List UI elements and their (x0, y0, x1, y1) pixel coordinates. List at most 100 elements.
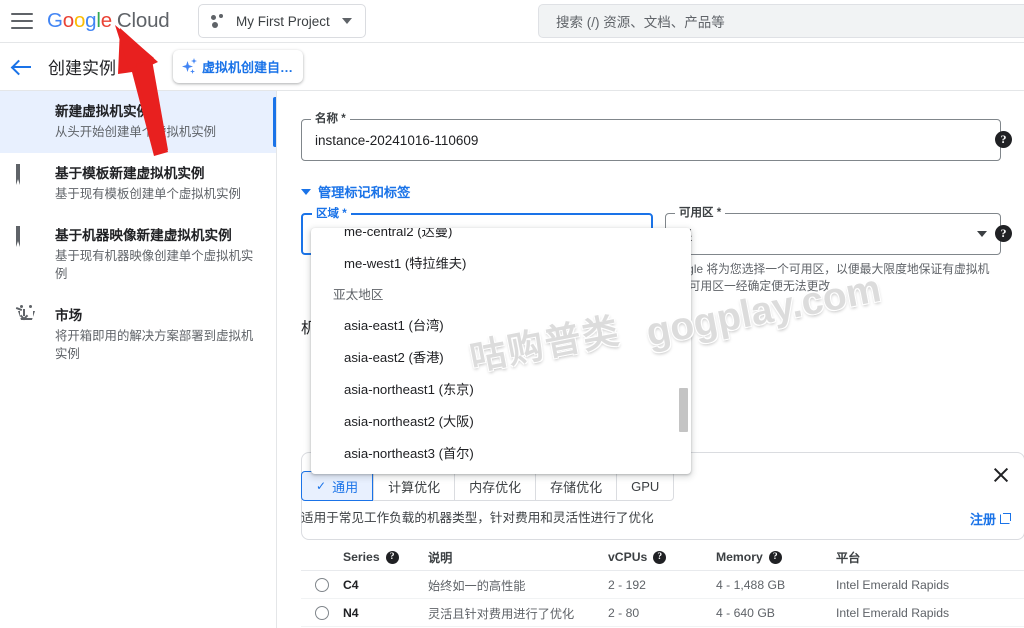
creation-method-sidebar: 新建虚拟机实例 从头开始创建单个虚拟机实例 基于模板新建虚拟机实例 基于现有模板… (0, 91, 277, 628)
scrollbar-thumb[interactable] (679, 388, 688, 432)
memory-help-icon[interactable]: ? (768, 550, 782, 564)
cell-description: 始终如一的高性能 (428, 578, 526, 593)
region-option[interactable]: me-central2 (达曼) (311, 228, 691, 246)
machine-series-table: Series ? 说明 vCPUs ? Memory ? 平台 C4 始终如一的… (301, 544, 1024, 627)
sidebar-item-title: 基于机器映像新建虚拟机实例 (55, 228, 232, 243)
instance-name-value: instance-20241016-110609 (315, 132, 479, 148)
cell-platform: Intel Emerald Rapids (836, 605, 950, 620)
manage-labels-link[interactable]: 管理标记和标签 (301, 182, 410, 201)
logo-letter: o (62, 9, 74, 32)
close-icon[interactable] (992, 466, 1010, 484)
sidebar-item-new-vm-from-template[interactable]: 基于模板新建虚拟机实例 基于现有模板创建单个虚拟机实例 (0, 153, 276, 215)
cell-vcpus: 2 - 80 (608, 605, 640, 620)
row-radio-cell[interactable] (301, 577, 343, 592)
region-option[interactable]: asia-south1 (孟买) (311, 468, 691, 474)
table-header-platform: 平台 (836, 551, 861, 565)
chevron-down-icon[interactable] (977, 231, 987, 237)
logo-letter: o (73, 9, 86, 32)
table-row[interactable]: N4 灵活且针对费用进行了优化 2 - 80 4 - 640 GB Intel … (301, 599, 1024, 627)
tab-label: 存储优化 (550, 479, 603, 495)
instance-name-label: 名称 * (311, 112, 350, 126)
radio-button[interactable] (315, 577, 329, 592)
radio-button[interactable] (315, 605, 329, 620)
sidebar-item-subtitle: 基于现有模板创建单个虚拟机实例 (55, 187, 241, 201)
sidebar-item-marketplace[interactable]: 市场 将开箱即用的解决方案部署到虚拟机实例 (0, 295, 276, 375)
tab-label: GPU (631, 478, 660, 494)
cell-series: N4 (343, 605, 359, 620)
sparkle-icon (182, 58, 199, 75)
sidebar-item-subtitle: 从头开始创建单个虚拟机实例 (55, 125, 217, 139)
tab-label: 计算优化 (388, 479, 441, 495)
logo-letter: G (47, 9, 63, 32)
new-vm-icon (16, 104, 38, 126)
vm-creation-assistant-button[interactable]: 虚拟机创建自… (173, 50, 304, 83)
table-header-series: Series ? (343, 550, 428, 564)
sidebar-item-new-vm[interactable]: 新建虚拟机实例 从头开始创建单个虚拟机实例 (0, 91, 276, 153)
search-input[interactable]: 搜索 (/) 资源、文档、产品等 (538, 4, 1024, 38)
zone-label: 可用区 * (675, 206, 726, 220)
cell-vcpus: 2 - 192 (608, 577, 646, 592)
row-radio-cell[interactable] (301, 605, 343, 620)
machine-image-icon (16, 226, 38, 250)
vm-creation-assistant-label: 虚拟机创建自… (202, 60, 294, 75)
zone-help-line-2: 用。可用区一经确定便无法更改 (665, 279, 831, 293)
sidebar-item-title: 新建虚拟机实例 (55, 104, 151, 119)
instance-name-help-icon[interactable]: ? (995, 131, 1012, 148)
region-dropdown-list[interactable]: me-central2 (达曼) me-west1 (特拉维夫) 亚太地区 as… (311, 228, 691, 474)
chevron-down-icon (342, 18, 352, 24)
cell-platform: Intel Emerald Rapids (836, 577, 950, 592)
hamburger-icon[interactable] (11, 13, 33, 29)
vcpus-help-icon[interactable]: ? (653, 550, 667, 564)
table-header-row: Series ? 说明 vCPUs ? Memory ? 平台 (301, 544, 1024, 571)
instance-name-field[interactable]: 名称 * instance-20241016-110609 (301, 112, 1001, 161)
check-icon: ✓ (316, 479, 327, 493)
tab-compute-optimized[interactable]: 计算优化 (373, 471, 455, 501)
tabs-description: 适用于常见工作负载的机器类型，针对费用和灵活性进行了优化 (301, 511, 654, 525)
region-option[interactable]: asia-northeast1 (东京) (311, 372, 691, 404)
region-dropdown-options: me-central2 (达曼) me-west1 (特拉维夫) 亚太地区 as… (311, 228, 691, 474)
google-cloud-logo: Google Cloud (47, 9, 170, 33)
tab-label: 通用 (332, 479, 359, 495)
table-header-vcpus: vCPUs ? (608, 550, 716, 564)
sidebar-item-subtitle: 基于现有机器映像创建单个虚拟机实例 (55, 249, 254, 281)
logo-cloud-word: Cloud (116, 9, 170, 32)
sidebar-item-subtitle: 将开箱即用的解决方案部署到虚拟机实例 (55, 329, 254, 361)
logo-letter: e (100, 9, 112, 32)
tab-gpu[interactable]: GPU (616, 471, 675, 501)
series-help-icon[interactable]: ? (385, 550, 399, 564)
cell-memory: 4 - 640 GB (716, 605, 775, 620)
column-label: Series (343, 550, 380, 564)
region-option[interactable]: asia-northeast2 (大阪) (311, 404, 691, 436)
external-link-icon (1000, 513, 1011, 524)
logo-letter: g (85, 9, 97, 32)
search-placeholder: 搜索 (/) 资源、文档、产品等 (556, 15, 725, 30)
project-dots-icon (211, 13, 227, 29)
arrow-back-icon[interactable] (10, 55, 34, 79)
table-row[interactable]: C4 始终如一的高性能 2 - 192 4 - 1,488 GB Intel E… (301, 571, 1024, 599)
cell-memory: 4 - 1,488 GB (716, 577, 786, 592)
tab-memory-optimized[interactable]: 内存优化 (454, 471, 536, 501)
table-header-memory: Memory ? (716, 550, 836, 564)
machine-family-tabs: ✓ 通用 计算优化 内存优化 存储优化 GPU (301, 471, 675, 501)
region-option[interactable]: asia-east2 (香港) (311, 340, 691, 372)
region-option[interactable]: asia-northeast3 (首尔) (311, 436, 691, 468)
table-header-description: 说明 (428, 551, 453, 565)
tab-general-purpose[interactable]: ✓ 通用 (301, 471, 374, 501)
region-group-header: 亚太地区 (333, 287, 384, 302)
tab-label: 内存优化 (469, 479, 522, 495)
sidebar-item-new-vm-from-machine-image[interactable]: 基于机器映像新建虚拟机实例 基于现有机器映像创建单个虚拟机实例 (0, 215, 276, 295)
project-picker[interactable]: My First Project (198, 4, 366, 38)
cell-series: C4 (343, 577, 359, 592)
template-vm-icon (16, 164, 38, 188)
project-picker-label: My First Project (236, 13, 330, 29)
region-dropdown-scrollbar[interactable] (677, 228, 690, 474)
zone-help-icon[interactable]: ? (995, 225, 1012, 242)
tab-storage-optimized[interactable]: 存储优化 (535, 471, 617, 501)
region-option[interactable]: me-west1 (特拉维夫) (311, 246, 691, 278)
sidebar-item-title: 基于模板新建虚拟机实例 (55, 166, 205, 181)
zone-select-field[interactable]: 可用区 * 限 (665, 206, 1001, 255)
region-option[interactable]: asia-east1 (台湾) (311, 308, 691, 340)
page-subheader-bar: 创建实例 (0, 43, 1024, 91)
chevron-down-icon (301, 188, 311, 195)
column-label: Memory (716, 550, 763, 564)
